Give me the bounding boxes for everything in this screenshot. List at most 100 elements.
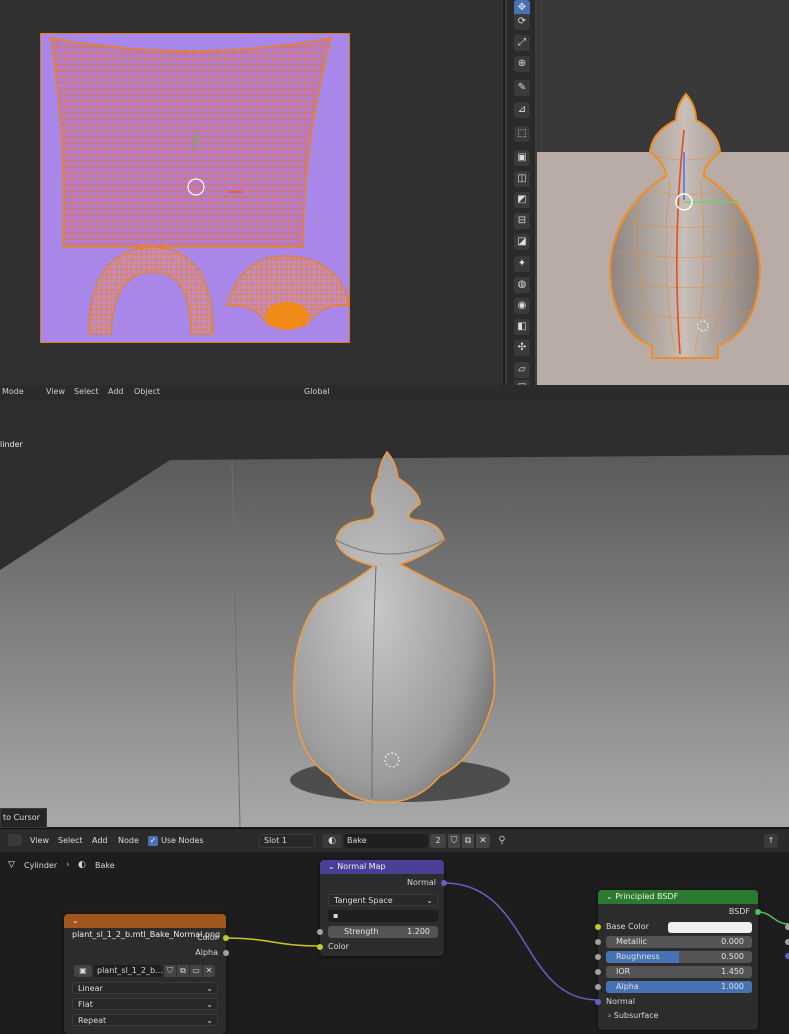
node-title: Normal Map: [337, 862, 386, 871]
slot-dropdown[interactable]: Slot 1: [259, 834, 315, 848]
projection-dropdown[interactable]: Flat ⌄: [72, 998, 218, 1010]
offscreen-socket: [785, 939, 789, 945]
base-color-swatch[interactable]: [668, 922, 752, 933]
interpolation-dropdown[interactable]: Linear ⌄: [72, 982, 218, 994]
subsurface-panel[interactable]: › Subsurface: [604, 1010, 752, 1022]
select-menu[interactable]: Select: [74, 387, 99, 396]
use-nodes-checkbox[interactable]: ✓: [148, 836, 158, 846]
alpha-input-socket[interactable]: [595, 984, 601, 990]
object-menu[interactable]: Object: [134, 387, 160, 396]
last-operator-panel[interactable]: to Cursor: [0, 808, 47, 828]
transform-tool-icon[interactable]: ⊕: [514, 56, 530, 72]
color-input-socket[interactable]: [317, 944, 323, 950]
chevron-down-icon[interactable]: ⌄: [328, 862, 335, 871]
unlink-icon[interactable]: ✕: [203, 965, 215, 977]
measure-tool-icon[interactable]: ⊿: [514, 102, 530, 118]
offscreen-socket: [785, 924, 789, 930]
parent-tree-icon[interactable]: ↑: [764, 834, 778, 848]
output-alpha-label: Alpha: [195, 948, 218, 957]
viewport-header: Mode View Select Add Object Global: [0, 385, 789, 401]
spin-tool-icon[interactable]: ◍: [514, 277, 530, 293]
slot-value: Slot 1: [264, 836, 287, 845]
shrink-fatten-tool-icon[interactable]: ✣: [514, 340, 530, 356]
uv-map-icon: ▪: [333, 911, 339, 920]
roughness-input-socket[interactable]: [595, 954, 601, 960]
input-color-label: Color: [328, 942, 349, 951]
ior-field[interactable]: IOR 1.450: [606, 966, 752, 978]
metallic-slider[interactable]: Metallic 0.000: [606, 936, 752, 948]
output-color-label: Color: [197, 933, 218, 942]
main-viewport[interactable]: linder: [0, 400, 789, 827]
smooth-tool-icon[interactable]: ◉: [514, 298, 530, 314]
normal-output-socket[interactable]: [441, 880, 447, 886]
base-color-input-socket[interactable]: [595, 924, 601, 930]
add-menu[interactable]: Add: [92, 836, 108, 845]
select-menu[interactable]: Select: [58, 836, 83, 845]
uv-image-canvas[interactable]: [40, 33, 350, 343]
material-browse-icon[interactable]: ◐: [322, 834, 342, 848]
pin-icon[interactable]: ⚲: [495, 834, 509, 848]
chevron-down-icon: ⌄: [206, 1016, 213, 1025]
edge-slide-tool-icon[interactable]: ◧: [514, 319, 530, 335]
node-editor-header: View Select Add Node ✓ Use Nodes Slot 1 …: [0, 828, 789, 853]
side-viewport[interactable]: [505, 0, 789, 393]
duplicate-icon[interactable]: ⧉: [462, 834, 474, 848]
chevron-down-icon: ⌄: [206, 1000, 213, 1009]
mode-menu[interactable]: Mode: [2, 387, 24, 396]
normal-map-node[interactable]: ⌄ Normal Map Normal Tangent Space ⌄ ▪ Str…: [317, 860, 447, 956]
image-name-field[interactable]: plant_sl_1_2_b....: [94, 965, 162, 977]
chevron-down-icon: ⌄: [426, 896, 433, 905]
annotate-tool-icon[interactable]: ✎: [514, 80, 530, 96]
orientation-dropdown[interactable]: Global: [304, 387, 330, 396]
view-menu[interactable]: View: [46, 387, 65, 396]
strength-slider[interactable]: Strength 1.200: [328, 926, 438, 938]
duplicate-icon[interactable]: ⧉: [177, 965, 189, 977]
user-count[interactable]: 2: [430, 834, 446, 848]
color-output-socket[interactable]: [223, 935, 229, 941]
metallic-input-socket[interactable]: [595, 939, 601, 945]
object-name-overlay: linder: [0, 440, 23, 449]
space-dropdown[interactable]: Tangent Space ⌄: [328, 894, 438, 906]
loop-cut-tool-icon[interactable]: ⊟: [514, 213, 530, 229]
uv-islands: [50, 37, 349, 335]
poly-build-tool-icon[interactable]: ✦: [514, 256, 530, 272]
extrude-tool-icon[interactable]: ▣: [514, 150, 530, 166]
inset-tool-icon[interactable]: ◫: [514, 171, 530, 187]
alpha-output-socket[interactable]: [223, 950, 229, 956]
offscreen-socket: [785, 953, 789, 959]
uv-map-field[interactable]: ▪: [328, 910, 438, 922]
add-menu[interactable]: Add: [108, 387, 124, 396]
roughness-slider[interactable]: Roughness 0.500: [606, 951, 752, 963]
rotate-tool-icon[interactable]: ⟳: [514, 14, 530, 30]
chevron-down-icon: ⌄: [206, 984, 213, 993]
node-editor-canvas[interactable]: ▽ Cylinder › ◐ Bake ⌄ plant_sl_1_2_b.mtl…: [0, 852, 789, 1034]
view-menu[interactable]: View: [30, 836, 49, 845]
knife-tool-icon[interactable]: ◪: [514, 234, 530, 250]
node-menu[interactable]: Node: [118, 836, 139, 845]
fake-user-icon[interactable]: ⛉: [164, 965, 176, 977]
use-nodes-label: Use Nodes: [161, 836, 204, 845]
chevron-down-icon[interactable]: ⌄: [606, 892, 613, 901]
viewport-scene: [0, 400, 789, 827]
alpha-slider[interactable]: Alpha 1.000: [606, 981, 752, 993]
image-browse-icon[interactable]: ▣: [74, 965, 92, 977]
shear-tool-icon[interactable]: ▱: [514, 362, 530, 378]
material-name-field[interactable]: Bake: [344, 834, 428, 848]
fake-user-icon[interactable]: ⛉: [448, 834, 460, 848]
unlink-icon[interactable]: ✕: [476, 834, 490, 848]
bevel-tool-icon[interactable]: ◩: [514, 192, 530, 208]
editor-type-icon[interactable]: [8, 834, 22, 846]
add-cube-tool-icon[interactable]: ⬚: [514, 126, 530, 142]
bsdf-output-socket[interactable]: [755, 909, 761, 915]
strength-input-socket[interactable]: [317, 929, 323, 935]
uv-editor[interactable]: [0, 0, 503, 393]
ior-input-socket[interactable]: [595, 969, 601, 975]
principled-bsdf-node[interactable]: ⌄ Principled BSDF BSDF Base Color Metall…: [595, 890, 761, 1030]
extension-dropdown[interactable]: Repeat ⌄: [72, 1014, 218, 1026]
normal-input-socket[interactable]: [595, 999, 601, 1005]
normal-input-label: Normal: [606, 997, 635, 1006]
scale-tool-icon[interactable]: ⤢: [514, 35, 530, 51]
image-texture-node[interactable]: ⌄ plant_sl_1_2_b.mtl_Bake_Normal.png Col…: [64, 914, 229, 1034]
chevron-down-icon[interactable]: ⌄: [72, 916, 79, 925]
open-folder-icon[interactable]: ▭: [190, 965, 202, 977]
